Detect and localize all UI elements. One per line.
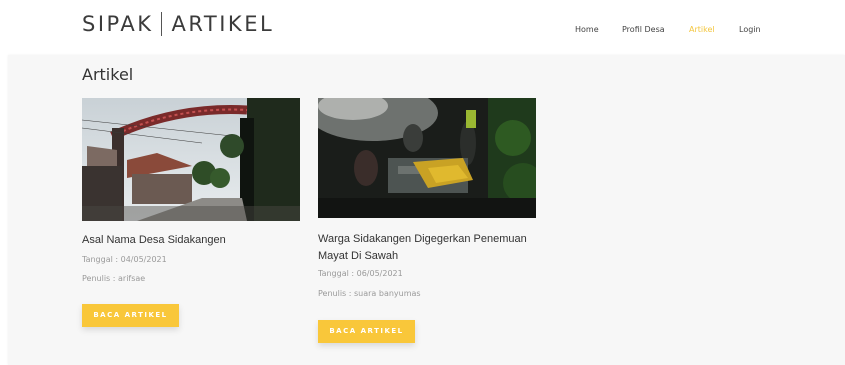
article-section: Artikel Asal Nama Desa Sidakangen Tangga… [8,55,845,365]
nav-profil-desa-link[interactable]: Profil Desa [622,25,665,34]
brand-name: SIPAK [82,12,154,36]
nav-home-link[interactable]: Home [575,25,599,34]
article-2-date: Tanggal : 06/05/2021 [318,269,403,278]
read-article-1-button[interactable]: BACA ARTIKEL [82,304,179,327]
section-title: Artikel [82,65,134,84]
nav-artikel-link[interactable]: Artikel [689,25,715,34]
article-1-title[interactable]: Asal Nama Desa Sidakangen [82,232,292,249]
nav-login-link[interactable]: Login [739,25,761,34]
article-2-image[interactable] [318,98,536,218]
article-2-author: Penulis : suara banyumas [318,289,421,298]
article-1-author: Penulis : arifsae [82,274,146,283]
article-2-title[interactable]: Warga Sidakangen Digegerkan Penemuan May… [318,231,533,265]
top-navbar: SIPAK ARTIKEL Home Profil Desa Artikel Lo… [0,0,845,50]
brand-section: ARTIKEL [171,12,275,36]
read-article-2-button[interactable]: BACA ARTIKEL [318,320,415,343]
article-1-date: Tanggal : 04/05/2021 [82,255,167,264]
site-logo[interactable]: SIPAK ARTIKEL [82,12,274,36]
article-1-image[interactable] [82,98,300,221]
brand-divider [161,12,163,36]
page: SIPAK ARTIKEL Home Profil Desa Artikel Lo… [0,0,845,365]
